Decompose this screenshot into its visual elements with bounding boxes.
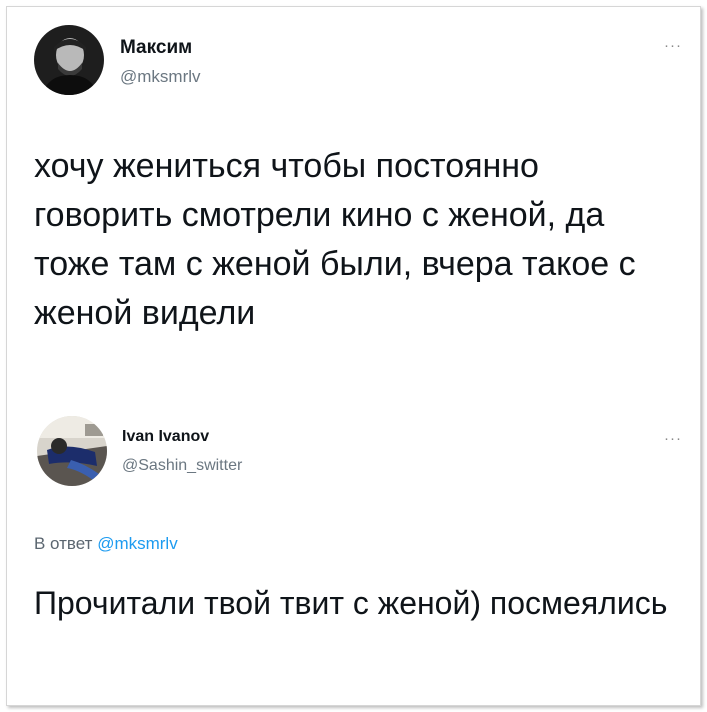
avatar[interactable] (37, 416, 107, 486)
display-name[interactable]: Максим (120, 37, 192, 59)
person-avatar-dark-icon (34, 25, 104, 95)
display-name[interactable]: Ivan Ivanov (122, 428, 209, 446)
reply-to-line: В ответ @mksmrlv (34, 534, 178, 554)
tweet-reply: Ivan Ivanov @Sashin_switter ··· В ответ … (7, 402, 700, 705)
person-lying-avatar-icon (37, 416, 107, 486)
handle[interactable]: @Sashin_switter (122, 457, 242, 475)
more-options-icon[interactable]: ··· (664, 430, 682, 447)
tweet-text: Прочитали твой твит с женой) посмеялись (34, 585, 668, 621)
screenshot-frame: Максим @mksmrlv ··· хочу жениться чтобы … (6, 6, 701, 706)
tweet-text: хочу жениться чтобы постоянно говорить с… (34, 147, 636, 332)
reply-prefix: В ответ (34, 534, 93, 553)
avatar[interactable] (34, 25, 104, 95)
handle[interactable]: @mksmrlv (120, 67, 201, 87)
tweet-main: Максим @mksmrlv ··· хочу жениться чтобы … (7, 7, 700, 402)
more-options-icon[interactable]: ··· (664, 37, 682, 54)
reply-mention-link[interactable]: @mksmrlv (97, 534, 178, 553)
